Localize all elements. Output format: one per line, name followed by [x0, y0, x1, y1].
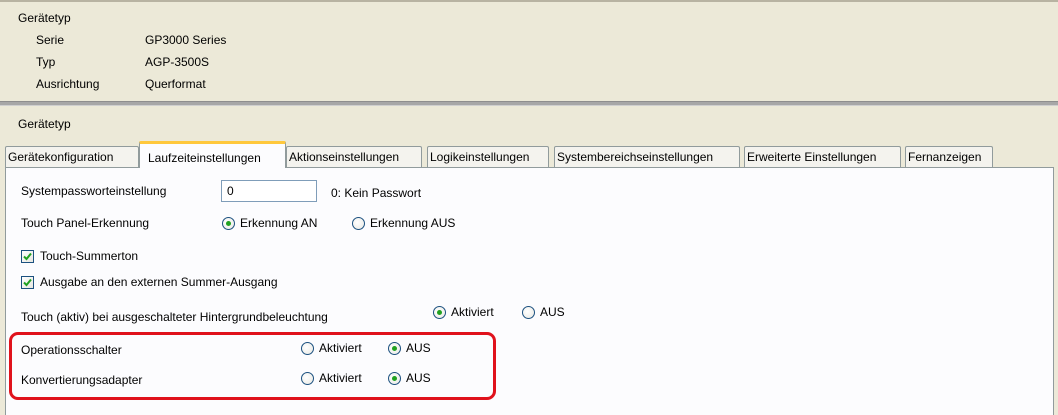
- tab-geraetekonfiguration[interactable]: Gerätekonfiguration: [5, 146, 139, 167]
- touch-detect-off-radio[interactable]: [352, 217, 365, 230]
- touch-detect-off-label[interactable]: Erkennung AUS: [370, 216, 455, 230]
- touch-detect-on-label[interactable]: Erkennung AN: [240, 216, 317, 230]
- tab-label: Gerätekonfiguration: [8, 150, 114, 164]
- password-label: Systempassworteinstellung: [21, 184, 167, 198]
- touch-detect-label: Touch Panel-Erkennung: [21, 216, 150, 230]
- highlight-frame: [9, 332, 496, 400]
- tab-label: Aktionseinstellungen: [289, 150, 400, 164]
- backlight-touch-off-label[interactable]: AUS: [540, 305, 565, 319]
- backlight-touch-on-label[interactable]: Aktiviert: [451, 305, 494, 319]
- external-buzzer-label[interactable]: Ausgabe an den externen Summer-Ausgang: [40, 275, 278, 289]
- external-buzzer-checkbox[interactable]: [21, 276, 34, 289]
- tab-label: Laufzeiteinstellungen: [148, 151, 261, 165]
- password-input[interactable]: [221, 180, 317, 202]
- settings-panel-title: Gerätetyp: [18, 117, 71, 131]
- tab-laufzeiteinstellungen[interactable]: Laufzeiteinstellungen: [139, 141, 286, 168]
- buzzer-label[interactable]: Touch-Summerton: [40, 249, 138, 263]
- tab-label: Fernanzeigen: [908, 150, 982, 164]
- password-hint: 0: Kein Passwort: [331, 186, 422, 200]
- type-value: AGP-3500S: [145, 55, 210, 69]
- tab-label: Logikeinstellungen: [430, 150, 530, 164]
- checkmark-icon: [23, 278, 32, 287]
- device-panel-title: Gerätetyp: [18, 11, 71, 25]
- tab-logikeinstellungen[interactable]: Logikeinstellungen: [427, 146, 549, 167]
- backlight-touch-on-radio[interactable]: [433, 306, 446, 319]
- backlight-touch-off-radio[interactable]: [522, 306, 535, 319]
- tab-label: Systembereichseinstellungen: [557, 150, 714, 164]
- checkmark-icon: [23, 252, 32, 261]
- type-label: Typ: [36, 55, 56, 69]
- tab-aktionseinstellungen[interactable]: Aktionseinstellungen: [286, 146, 422, 167]
- series-label: Serie: [36, 33, 65, 47]
- buzzer-checkbox[interactable]: [21, 250, 34, 263]
- tab-fernanzeigen[interactable]: Fernanzeigen: [905, 146, 993, 167]
- series-value: GP3000 Series: [145, 33, 227, 47]
- orientation-label: Ausrichtung: [36, 77, 100, 91]
- backlight-touch-label: Touch (aktiv) bei ausgeschalteter Hinter…: [21, 310, 328, 324]
- tab-systembereichseinstellungen[interactable]: Systembereichseinstellungen: [554, 146, 740, 167]
- orientation-value: Querformat: [145, 77, 206, 91]
- tab-erweiterte-einstellungen[interactable]: Erweiterte Einstellungen: [744, 146, 901, 167]
- tab-label: Erweiterte Einstellungen: [747, 150, 877, 164]
- touch-detect-on-radio[interactable]: [222, 217, 235, 230]
